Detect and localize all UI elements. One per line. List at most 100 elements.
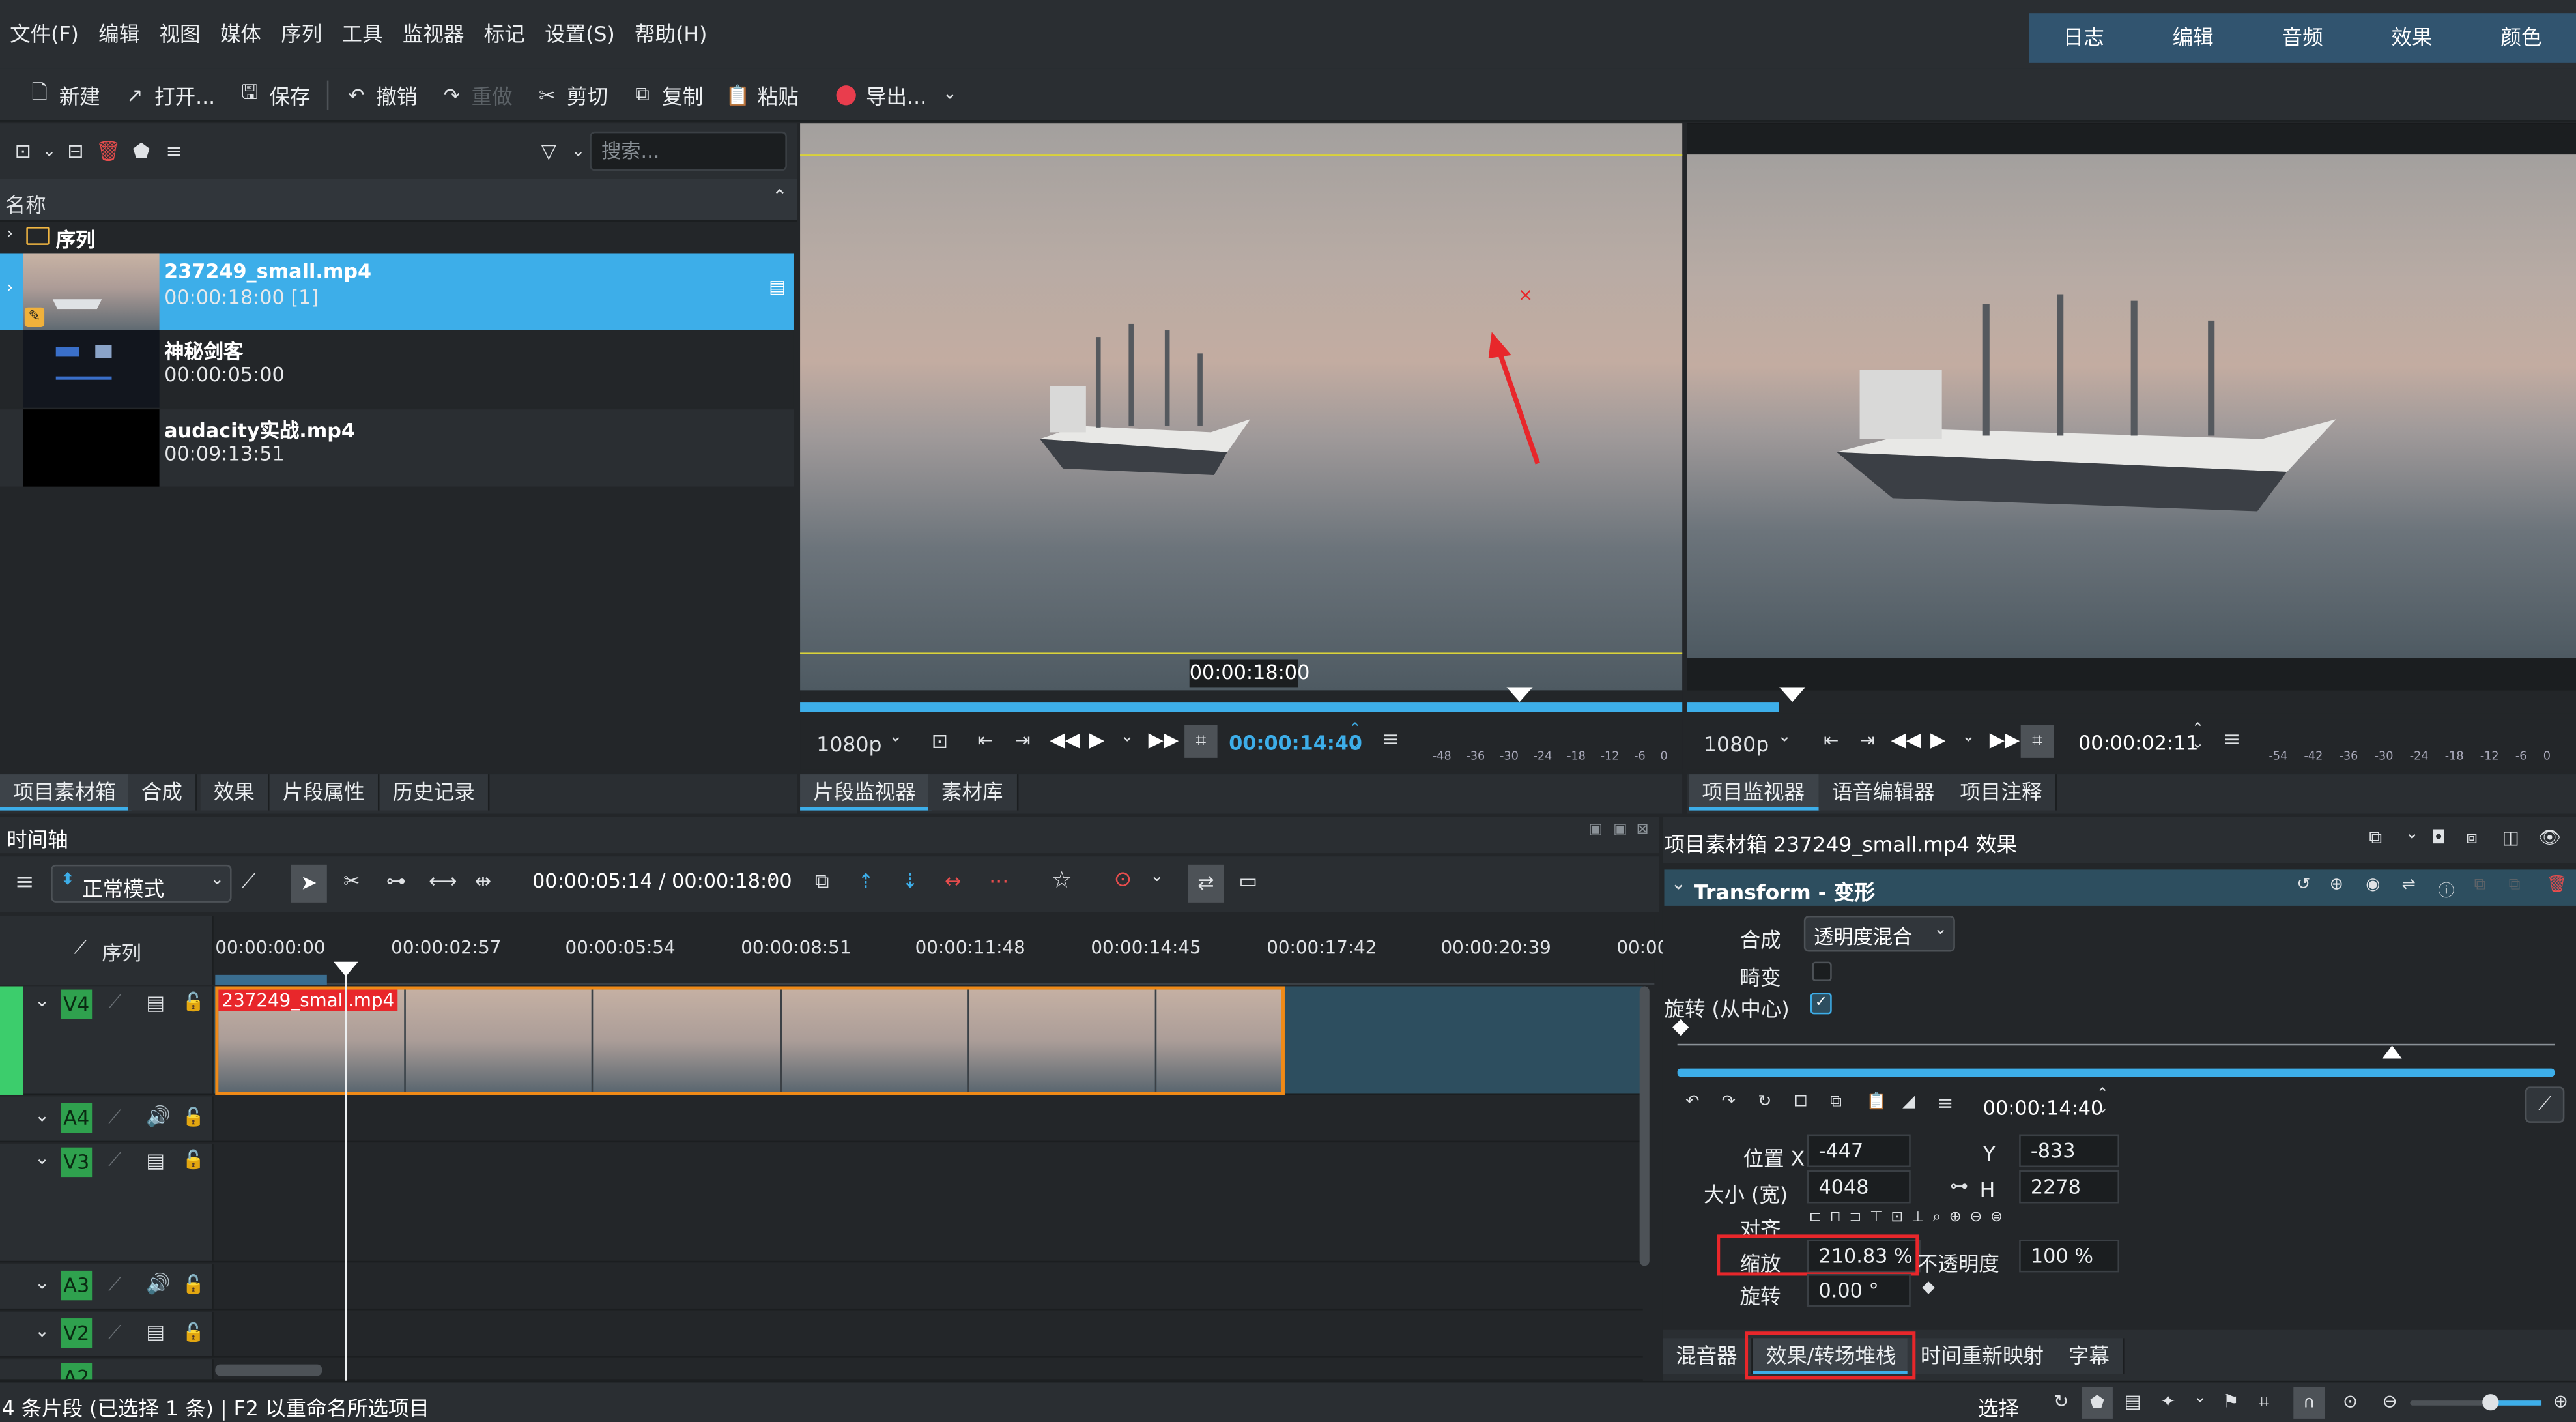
size-height-input[interactable]: 2278 (2019, 1170, 2119, 1204)
tab-project-bin[interactable]: 项目素材箱 (0, 774, 131, 811)
set-out-icon[interactable]: ⇥ (1860, 730, 1875, 751)
chevron-down-icon[interactable]: ⌄ (40, 135, 59, 167)
film-icon[interactable]: ▤ (146, 1149, 165, 1172)
spacer-tool-icon[interactable]: ⊶ (386, 869, 406, 892)
tab-clip-monitor[interactable]: 片段监视器 (800, 774, 931, 811)
bin-column-header[interactable]: 名称 ⌃ (0, 179, 797, 222)
keyframe-timecode[interactable]: 00:00:14:40 (1983, 1097, 2104, 1120)
new-button[interactable]: 🗋 新建 (16, 68, 111, 121)
collapse-icon[interactable]: ⌄ (35, 1320, 50, 1342)
set-in-icon[interactable]: ⇤ (977, 730, 992, 751)
position-y-input[interactable]: -833 (2019, 1134, 2119, 1167)
tag-icon[interactable]: ⬟ (125, 135, 158, 167)
overwrite-icon[interactable]: ⇣ (902, 869, 918, 892)
paste-icon[interactable]: 📋 (1867, 1093, 1887, 1111)
fit-icon[interactable]: ⌕ (1932, 1210, 1941, 1226)
effects-icon[interactable]: ⟋ (108, 1107, 121, 1129)
workspace-color[interactable]: 颜色 (2467, 13, 2576, 63)
rewind-icon[interactable]: ◀◀ (1891, 728, 1921, 751)
insert-icon[interactable]: ⧉ (815, 869, 829, 894)
collapse-all-icon[interactable]: ⧈ (2466, 827, 2478, 850)
tab-speech-editor[interactable]: 语音编辑器 (1818, 774, 1950, 811)
speaker-icon[interactable]: 🔊 (146, 1272, 171, 1295)
tag-icon[interactable]: ⬟ (2081, 1387, 2113, 1419)
timecode-display[interactable]: 00:00:02:11 (2078, 732, 2199, 755)
keyframe-type-icon[interactable]: ⧠ (1794, 1093, 1807, 1111)
expand-arrow-icon[interactable]: › (7, 225, 13, 244)
speaker-icon[interactable]: 🔊 (146, 1105, 171, 1127)
delete-icon[interactable]: 🗑 (2547, 876, 2568, 894)
lock-icon[interactable]: 🔓 (182, 1149, 205, 1170)
position-x-input[interactable]: -447 (1807, 1134, 1911, 1167)
move-up-icon[interactable]: ⧉ (2474, 876, 2486, 894)
playhead-icon[interactable] (333, 961, 358, 978)
opacity-input[interactable]: 100 % (2019, 1239, 2119, 1273)
compose-select[interactable]: 透明度混合 ⌄ (1803, 916, 1955, 952)
loop-zone-icon[interactable]: ⌗ (1184, 725, 1218, 758)
track-active-indicator[interactable] (0, 986, 23, 1095)
add-clip-icon[interactable]: ⊡ (7, 135, 39, 167)
zone-icon[interactable]: ⊡ (932, 730, 948, 753)
align-bottom-icon[interactable]: ⊥ (1911, 1210, 1925, 1226)
chevron-down-icon[interactable]: ⌄ (1962, 728, 1975, 746)
zoom-out-icon[interactable]: ⊖ (1969, 1210, 1982, 1226)
playhead-icon[interactable] (2382, 1045, 2402, 1060)
crop-icon[interactable]: ⌗ (2259, 1391, 2269, 1414)
keyframe-icon[interactable]: ⇌ (2402, 876, 2416, 894)
rotation-input[interactable]: 0.00 ° (1807, 1273, 1911, 1307)
expand-arrow-icon[interactable]: › (7, 280, 13, 298)
spin-icon[interactable]: ⌃ ⌄ (2097, 1088, 2109, 1118)
next-keyframe-icon[interactable]: ↷ (1722, 1093, 1736, 1111)
mixer-toggle-icon[interactable]: ⇄ (1188, 864, 1224, 903)
track-name[interactable]: A3 (61, 1270, 93, 1301)
star-icon[interactable]: ☆ (1052, 868, 1072, 894)
eye-icon[interactable]: 👁 (2538, 827, 2561, 849)
move-down-icon[interactable]: ⧉ (2509, 876, 2521, 894)
timeline-clip[interactable]: 237249_small.mp4 (215, 986, 1285, 1095)
menu-monitor[interactable]: 监视器 (393, 0, 474, 69)
menu-help[interactable]: 帮助(H) (625, 0, 717, 69)
clip-item[interactable]: › ✎ 237249_small.mp4 00:00:18:00 [1] ▤ (0, 253, 794, 331)
info-icon[interactable]: ⓘ (2438, 876, 2454, 901)
menu-media[interactable]: 媒体 (210, 0, 271, 69)
delete-icon[interactable]: 🗑 (92, 135, 124, 167)
chevron-down-icon[interactable]: ⌄ (1150, 868, 1164, 886)
save-button[interactable]: 🖫 保存 (227, 68, 322, 121)
effects-icon[interactable]: ⟋ (108, 1274, 121, 1297)
distort-checkbox[interactable] (1812, 961, 1832, 981)
search-input[interactable]: 搜索... (590, 131, 787, 171)
resolution-select[interactable]: 1080p (1704, 728, 1769, 761)
timeline-playhead[interactable] (345, 965, 347, 1381)
playhead-icon[interactable] (1506, 687, 1533, 703)
zoom-in-icon[interactable]: ⊕ (1949, 1210, 1962, 1226)
collapse-icon[interactable]: ⌄ (1671, 873, 1686, 894)
resolution-select[interactable]: 1080p (816, 728, 881, 761)
chevron-down-icon[interactable]: ⌄ (1777, 728, 1791, 746)
curve-icon[interactable]: ◢ (1902, 1093, 1915, 1111)
vertical-scrollbar[interactable] (1639, 986, 1650, 1266)
copy-icon[interactable]: ⧉ (1830, 1093, 1842, 1111)
select-tool-icon[interactable]: ➤ (291, 864, 327, 903)
track-name[interactable]: V4 (61, 989, 93, 1019)
curve-mode-icon[interactable]: ⟋ (2525, 1086, 2565, 1123)
zoom-out-icon[interactable]: ⊖ (2382, 1391, 2397, 1412)
refresh-icon[interactable]: ↻ (2054, 1391, 2068, 1412)
rewind-icon[interactable]: ◀◀ (1050, 728, 1080, 751)
clip-monitor-video[interactable]: × 00:00:18:00 (800, 123, 1683, 691)
tab-history[interactable]: 历史记录 (379, 774, 490, 811)
chevron-down-icon[interactable]: ⌄ (766, 868, 779, 886)
zoom-slider-handle[interactable] (2482, 1394, 2499, 1411)
playhead-icon[interactable] (1779, 687, 1806, 703)
menu-tools[interactable]: 工具 (332, 0, 392, 69)
align-vcenter-icon[interactable]: ⊡ (1891, 1210, 1903, 1226)
magic-wand-icon[interactable]: ⟋ (74, 937, 86, 960)
horizontal-scrollbar[interactable] (215, 1364, 322, 1376)
size-width-input[interactable]: 4048 (1807, 1170, 1911, 1204)
align-right-icon[interactable]: ⊐ (1849, 1210, 1861, 1226)
lock-icon[interactable]: 🔓 (182, 991, 205, 1013)
edit-mode-select[interactable]: ⬍ 正常模式 ⌄ (51, 864, 232, 903)
align-hcenter-icon[interactable]: ⊓ (1829, 1210, 1841, 1226)
tab-clip-properties[interactable]: 片段属性 (269, 774, 380, 811)
workspace-editing[interactable]: 编辑 (2138, 13, 2248, 63)
previous-keyframe-icon[interactable]: ↶ (1685, 1093, 1699, 1111)
